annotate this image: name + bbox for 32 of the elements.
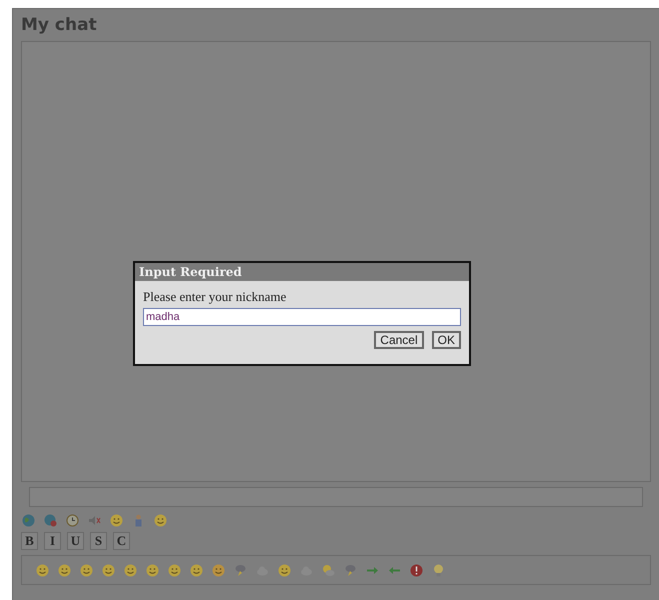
smiley-icon[interactable] <box>146 564 159 576</box>
smiley-icon[interactable] <box>110 514 123 527</box>
smiley-icon[interactable] <box>190 564 203 576</box>
dialog-title: Input Required <box>135 263 469 281</box>
nickname-field[interactable]: madha <box>143 308 461 326</box>
globe-icon[interactable] <box>44 514 57 527</box>
storm-cloud-icon[interactable] <box>344 564 357 576</box>
smiley-icon[interactable] <box>212 564 225 576</box>
format-button[interactable]: C <box>113 532 130 550</box>
storm-cloud-icon[interactable] <box>234 564 247 576</box>
window-title: My chat <box>20 14 98 37</box>
exclamation-icon[interactable] <box>410 564 423 576</box>
format-button[interactable]: S <box>90 532 107 550</box>
prompt-text: Please enter your nickname <box>143 289 288 304</box>
message-input[interactable] <box>29 487 643 507</box>
smiley-icon[interactable] <box>278 564 291 576</box>
smiley-icon[interactable] <box>124 564 137 576</box>
smiley-icon[interactable] <box>80 564 93 576</box>
smiley-icon[interactable] <box>36 564 49 576</box>
cloud-sun-icon[interactable] <box>322 564 335 576</box>
smiley-icon[interactable] <box>154 514 167 527</box>
format-button[interactable]: B <box>21 532 38 550</box>
format-button[interactable]: U <box>67 532 84 550</box>
lightbulb-icon[interactable] <box>432 564 445 576</box>
speaker-icon[interactable] <box>88 514 101 527</box>
format-button[interactable]: I <box>44 532 61 550</box>
smiley-icon[interactable] <box>58 564 71 576</box>
dialog-button[interactable]: Cancel <box>374 331 424 349</box>
smiley-icon[interactable] <box>102 564 115 576</box>
clock-icon[interactable] <box>66 514 79 527</box>
dialog-button[interactable]: OK <box>432 331 461 349</box>
smiley-icon[interactable] <box>168 564 181 576</box>
